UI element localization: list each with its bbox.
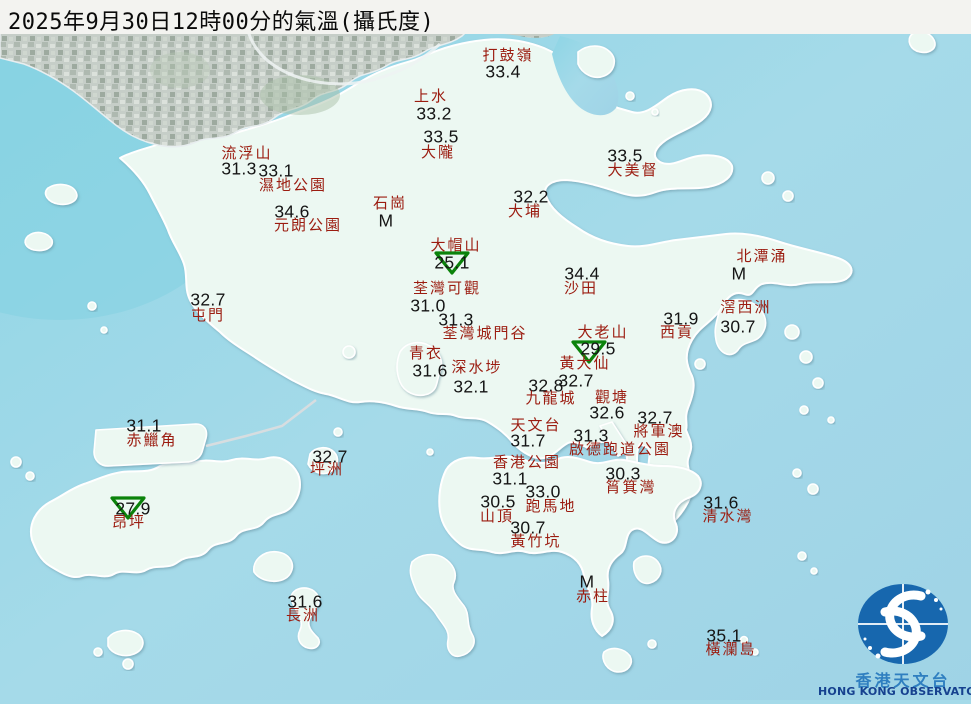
station-name: 天文台: [510, 418, 561, 434]
station-value: 31.1: [492, 470, 527, 488]
station-value: 30.7: [720, 318, 755, 336]
station-value: 33.2: [416, 105, 451, 123]
station-name: 荃灣城門谷: [442, 326, 527, 342]
station-name: 濕地公園: [259, 178, 327, 194]
station-name: 昂坪: [112, 515, 146, 531]
station-value: 32.1: [453, 378, 488, 396]
station-name: 將軍澳: [633, 424, 684, 440]
station-name: 九龍城: [525, 391, 576, 407]
station-name: 北潭涌: [736, 249, 787, 265]
station-name: 跑馬地: [525, 499, 576, 515]
station-name: 大老山: [577, 325, 628, 341]
station-name: 元朗公園: [274, 218, 342, 234]
map-title: 2025年9月30日12時00分的氣溫(攝氏度): [0, 0, 971, 34]
station-value: 31.6: [412, 362, 447, 380]
station-name: 深水埗: [451, 360, 502, 376]
station-value: 32.6: [589, 404, 624, 422]
hko-logo: 香港天文台 HONG KONG OBSERVATORY: [818, 580, 971, 700]
station-name: 荃灣可觀: [413, 281, 481, 297]
station-name: 大隴: [421, 145, 455, 161]
station-name: 香港公園: [493, 455, 561, 471]
station-name: 清水灣: [702, 509, 753, 525]
station-value: 31.7: [510, 432, 545, 450]
hko-logo-english: HONG KONG OBSERVATORY: [818, 685, 971, 698]
station-name: 西貢: [660, 325, 694, 341]
station-name: 打鼓嶺: [482, 48, 533, 64]
station-value: 25.1: [434, 254, 469, 272]
station-name: 坪洲: [310, 462, 344, 478]
station-name: 赤柱: [576, 589, 610, 605]
station-name: 大美督: [607, 163, 658, 179]
station-value: 31.3: [221, 160, 256, 178]
station-name: 啟德跑道公園: [569, 442, 671, 458]
station-name: 黃大仙: [559, 356, 610, 372]
hko-logo-icon: [818, 580, 971, 666]
station-name: 石崗: [373, 196, 407, 212]
station-name: 沙田: [564, 281, 598, 297]
station-name: 橫瀾島: [705, 642, 756, 658]
station-name: 黃竹坑: [510, 534, 561, 550]
station-name: 上水: [414, 89, 448, 105]
station-name: 觀塘: [595, 390, 629, 406]
station-name: 青衣: [409, 346, 443, 362]
station-value: 32.7: [558, 372, 593, 390]
station-name: 大埔: [508, 204, 542, 220]
station-name: 筲箕灣: [605, 480, 656, 496]
station-name: 赤鱲角: [126, 433, 177, 449]
station-name: 大帽山: [430, 238, 481, 254]
station-value: M: [732, 265, 747, 283]
station-value: 33.4: [485, 63, 520, 81]
station-name: 滘西洲: [720, 300, 771, 316]
station-name: 長洲: [286, 608, 320, 624]
station-value: M: [379, 212, 394, 230]
station-name: 屯門: [191, 308, 225, 324]
station-name: 山頂: [480, 509, 514, 525]
